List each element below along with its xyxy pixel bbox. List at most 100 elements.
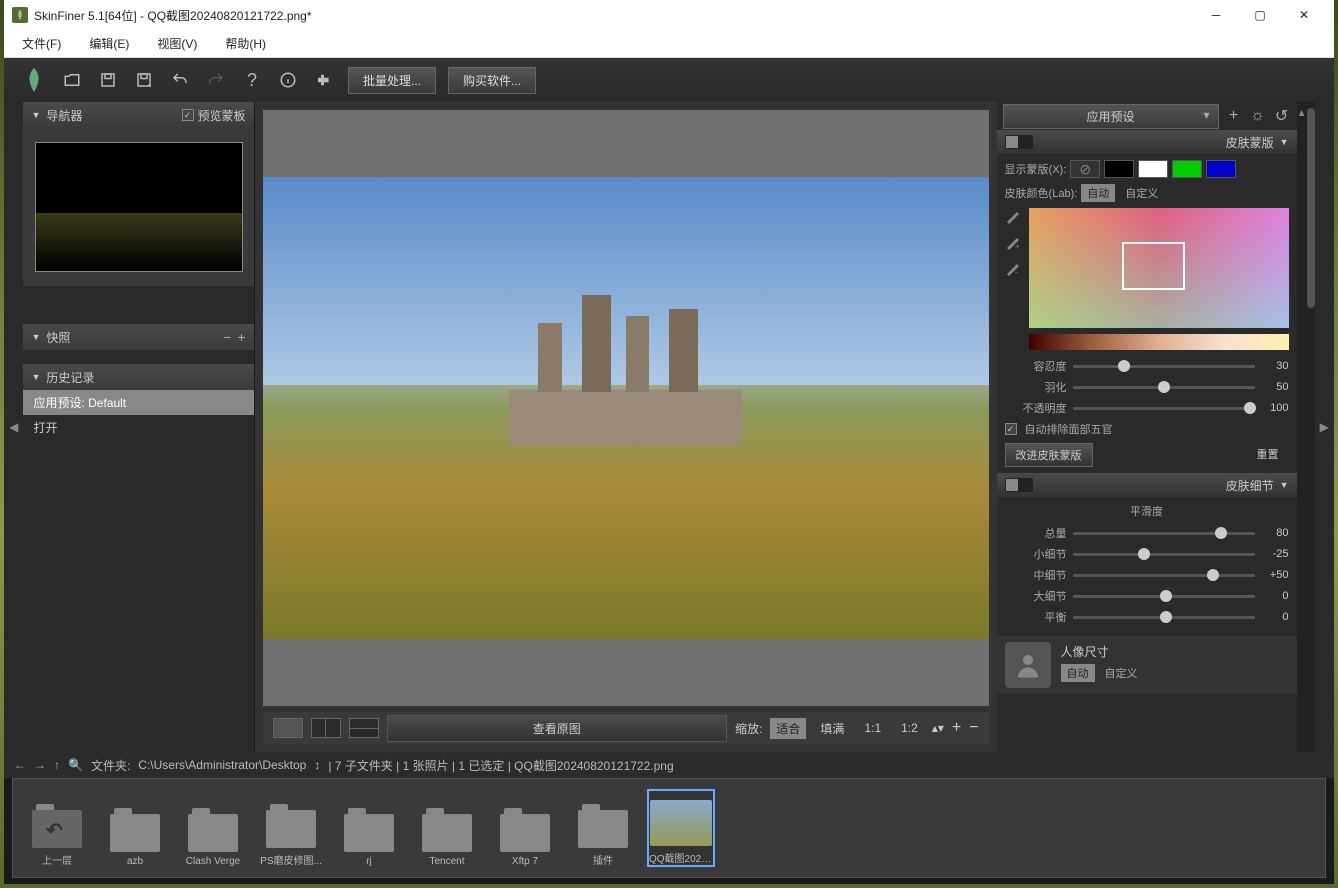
- navigator-thumbnail[interactable]: [35, 142, 243, 272]
- mask-none-swatch[interactable]: ⊘: [1070, 160, 1100, 178]
- eyedropper-icon[interactable]: [1005, 208, 1021, 224]
- canvas[interactable]: [263, 110, 989, 706]
- view-single-button[interactable]: [273, 718, 303, 738]
- menu-help[interactable]: 帮助(H): [215, 31, 284, 56]
- portrait-auto-button[interactable]: 自动: [1061, 664, 1095, 682]
- preview-mask-checkbox[interactable]: ✓: [182, 109, 194, 121]
- logo-icon: [20, 66, 48, 94]
- zoom-in-icon[interactable]: +: [952, 719, 961, 737]
- folder-path[interactable]: C:\Users\Administrator\Desktop: [138, 758, 306, 772]
- history-item[interactable]: 应用预设: Default: [23, 390, 253, 415]
- balance-slider[interactable]: [1073, 616, 1255, 619]
- balance-value: 0: [1255, 611, 1289, 623]
- filmstrip-folder[interactable]: azb: [101, 789, 169, 867]
- history-header[interactable]: ▼历史记录: [23, 364, 253, 390]
- mask-white-swatch[interactable]: [1138, 160, 1168, 178]
- minimize-button[interactable]: ─: [1194, 1, 1238, 29]
- plugin-icon[interactable]: [312, 68, 336, 92]
- skin-hue-bar[interactable]: [1005, 334, 1289, 350]
- zoom-updown-icon[interactable]: ▴▾: [932, 721, 944, 735]
- skin-color-custom-button[interactable]: 自定义: [1119, 184, 1164, 202]
- collapse-right-icon[interactable]: ▶: [1320, 420, 1329, 434]
- mask-green-swatch[interactable]: [1172, 160, 1202, 178]
- maximize-button[interactable]: ▢: [1238, 1, 1282, 29]
- filmstrip-image[interactable]: QQ截图2024...: [647, 789, 715, 867]
- view-split-v-button[interactable]: [311, 718, 341, 738]
- apply-preset-dropdown[interactable]: 应用预设: [1003, 104, 1219, 129]
- filmstrip-folder[interactable]: 插件: [569, 789, 637, 867]
- batch-button[interactable]: 批量处理...: [348, 67, 436, 94]
- opacity-slider[interactable]: [1073, 407, 1255, 410]
- skin-detail-toggle[interactable]: [1005, 478, 1033, 492]
- feather-slider[interactable]: [1073, 386, 1255, 389]
- preset-add-icon[interactable]: +: [1225, 107, 1243, 125]
- skin-mask-toggle[interactable]: [1005, 135, 1033, 149]
- folder-label: 文件夹:: [91, 757, 130, 774]
- feather-label: 羽化: [1005, 379, 1073, 395]
- scroll-up-icon[interactable]: ▲: [1297, 108, 1307, 119]
- eyedropper-sub-icon[interactable]: -: [1005, 260, 1021, 276]
- navigator-header[interactable]: ▼导航器 ✓ 预览蒙板: [23, 102, 253, 128]
- skin-color-picker[interactable]: [1029, 208, 1289, 328]
- preset-settings-icon[interactable]: ☼: [1249, 107, 1267, 125]
- folder-sort-icon[interactable]: ↕: [314, 758, 320, 772]
- skin-color-auto-button[interactable]: 自动: [1081, 184, 1115, 202]
- mask-black-swatch[interactable]: [1104, 160, 1134, 178]
- help-icon[interactable]: ?: [240, 68, 264, 92]
- small-slider[interactable]: [1073, 553, 1255, 556]
- snapshot-remove-icon[interactable]: −: [223, 329, 231, 345]
- auto-exclude-checkbox[interactable]: ✓: [1005, 423, 1017, 435]
- zoom-fill-button[interactable]: 填满: [814, 718, 850, 739]
- portrait-custom-button[interactable]: 自定义: [1099, 664, 1144, 682]
- scrollbar-thumb[interactable]: [1307, 108, 1315, 308]
- search-icon[interactable]: 🔍: [68, 758, 83, 772]
- reset-mask-button[interactable]: 重置: [1247, 443, 1289, 467]
- zoom-out-icon[interactable]: −: [969, 719, 978, 737]
- eyedropper-add-icon[interactable]: +: [1005, 234, 1021, 250]
- info-icon[interactable]: [276, 68, 300, 92]
- mask-blue-swatch[interactable]: [1206, 160, 1236, 178]
- redo-icon[interactable]: [204, 68, 228, 92]
- undo-icon[interactable]: [168, 68, 192, 92]
- view-split-h-button[interactable]: [349, 718, 379, 738]
- snapshots-label: 快照: [46, 329, 70, 346]
- filmstrip-folder[interactable]: Clash Verge: [179, 789, 247, 867]
- menu-edit[interactable]: 编辑(E): [79, 31, 147, 56]
- snapshot-add-icon[interactable]: +: [237, 329, 245, 345]
- nav-up-icon[interactable]: ↑: [54, 758, 60, 772]
- filmstrip-folder[interactable]: PS磨皮修图...: [257, 789, 325, 867]
- close-button[interactable]: ✕: [1282, 1, 1326, 29]
- snapshots-header[interactable]: ▼快照 − +: [23, 324, 253, 350]
- save-as-icon[interactable]: [132, 68, 156, 92]
- nav-fwd-icon[interactable]: →: [34, 758, 46, 772]
- filmstrip-folder[interactable]: Xftp 7: [491, 789, 559, 867]
- feather-value: 50: [1255, 381, 1289, 393]
- filmstrip-folder[interactable]: rj: [335, 789, 403, 867]
- improve-mask-button[interactable]: 改进皮肤蒙版: [1005, 443, 1093, 467]
- menu-view[interactable]: 视图(V): [147, 31, 215, 56]
- open-icon[interactable]: [60, 68, 84, 92]
- preset-reset-icon[interactable]: ↺: [1273, 107, 1291, 125]
- view-original-button[interactable]: 查看原图: [387, 715, 728, 742]
- buy-button[interactable]: 购买软件...: [448, 67, 536, 94]
- mid-slider[interactable]: [1073, 574, 1255, 577]
- zoom-1-1-button[interactable]: 1:1: [858, 719, 887, 737]
- nav-back-icon[interactable]: ←: [14, 758, 26, 772]
- app-icon: [12, 7, 28, 23]
- opacity-value: 100: [1255, 402, 1289, 414]
- filmstrip-folder[interactable]: Tencent: [413, 789, 481, 867]
- window-title: SkinFiner 5.1[64位] - QQ截图20240820121722.…: [34, 7, 312, 24]
- skin-detail-label: 皮肤细节: [1226, 477, 1274, 494]
- preview-image: [263, 177, 989, 639]
- save-icon[interactable]: [96, 68, 120, 92]
- zoom-fit-button[interactable]: 适合: [770, 718, 806, 739]
- tolerance-slider[interactable]: [1073, 365, 1255, 368]
- history-item[interactable]: 打开: [23, 415, 253, 440]
- filmstrip-up[interactable]: ↶上一层: [23, 789, 91, 867]
- menu-file[interactable]: 文件(F): [12, 31, 79, 56]
- collapse-left-icon[interactable]: ◀: [9, 420, 18, 434]
- large-slider[interactable]: [1073, 595, 1255, 598]
- zoom-label: 缩放:: [735, 720, 762, 737]
- total-slider[interactable]: [1073, 532, 1255, 535]
- zoom-1-2-button[interactable]: 1:2: [895, 719, 924, 737]
